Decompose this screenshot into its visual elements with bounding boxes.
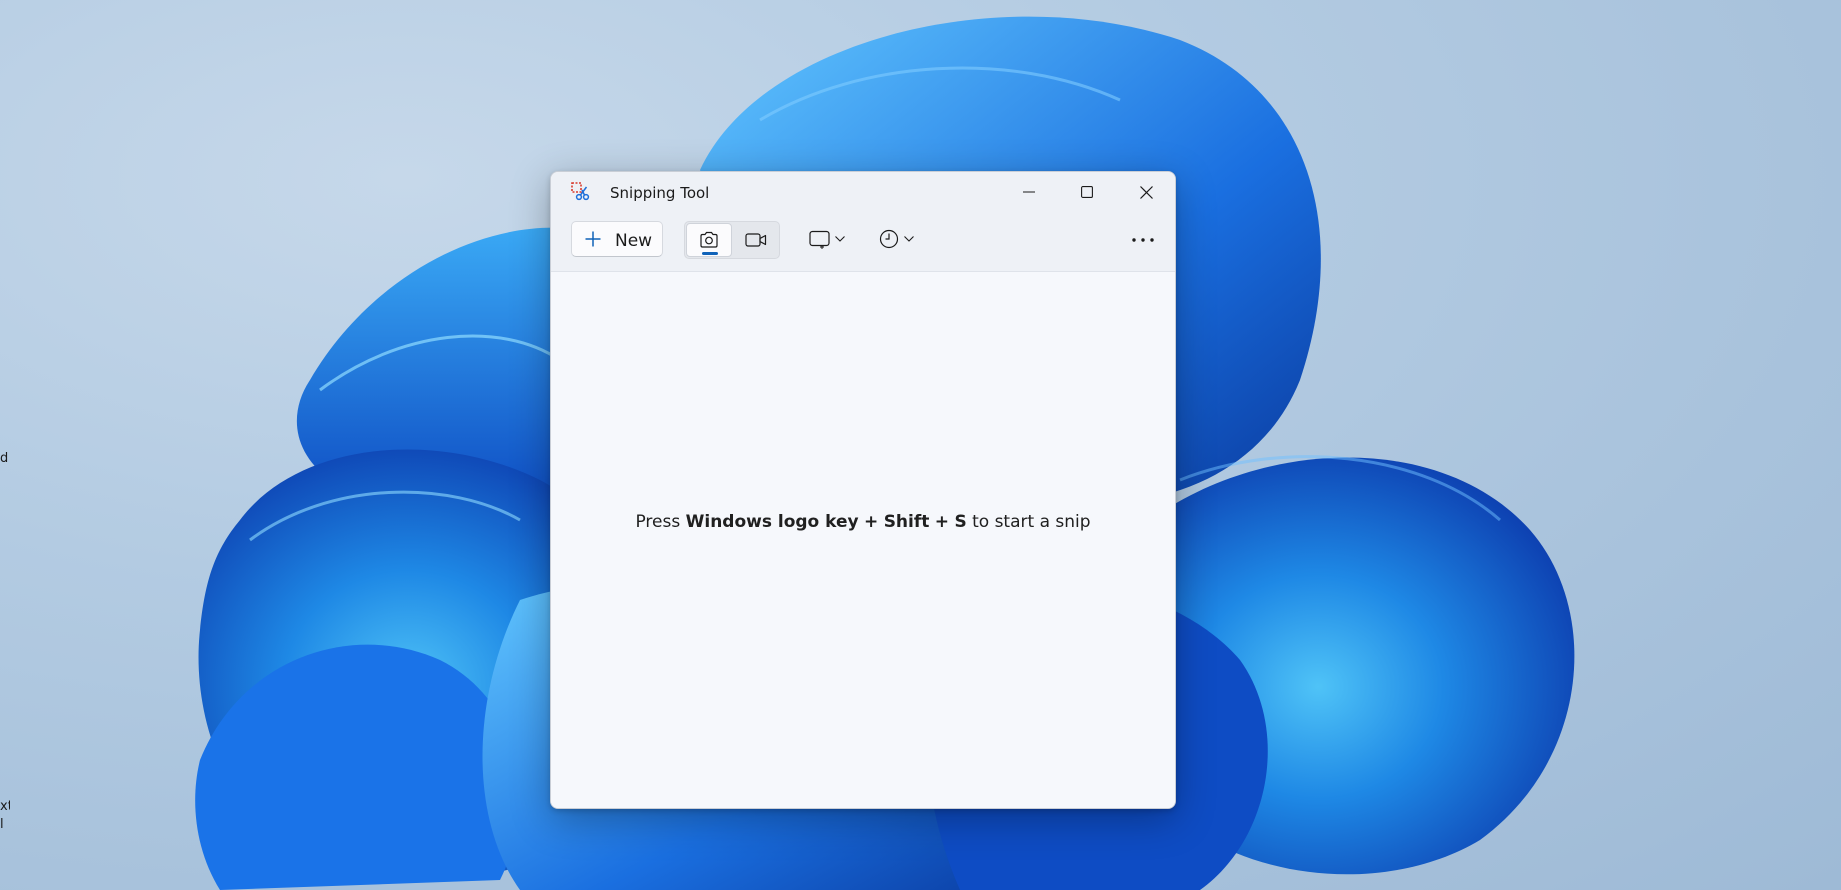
maximize-icon	[1081, 186, 1093, 198]
close-icon	[1139, 185, 1153, 199]
plus-icon	[585, 231, 601, 247]
window-title: Snipping Tool	[610, 184, 710, 202]
desktop-icon-label[interactable]: l	[0, 817, 10, 832]
snipping-tool-icon	[571, 182, 590, 201]
snipping-tool-window: Snipping Tool New Press Windows logo key…	[550, 171, 1176, 809]
minimize-icon	[1023, 191, 1035, 193]
hint-key-s: S	[954, 512, 967, 532]
close-button[interactable]	[1117, 172, 1175, 212]
minimize-button[interactable]	[1000, 172, 1058, 212]
video-camera-icon	[745, 233, 767, 247]
new-button-label: New	[615, 231, 653, 251]
start-snip-hint: Press Windows logo key + Shift + S to st…	[551, 512, 1175, 532]
snip-shape-dropdown[interactable]	[803, 222, 851, 256]
toolbar: New	[551, 212, 1175, 272]
hint-plus: +	[934, 512, 950, 532]
chevron-down-icon	[835, 236, 845, 242]
record-mode-button[interactable]	[733, 223, 779, 257]
hint-key-windows: Windows logo key	[685, 512, 859, 532]
more-options-button[interactable]	[1125, 225, 1161, 255]
new-snip-button[interactable]: New	[571, 221, 663, 257]
more-icon	[1132, 238, 1154, 242]
maximize-button[interactable]	[1058, 172, 1116, 212]
snip-canvas: Press Windows logo key + Shift + S to st…	[551, 272, 1175, 808]
camera-icon	[700, 231, 718, 248]
desktop-icon-label[interactable]: xt	[0, 799, 10, 814]
selected-indicator	[702, 252, 718, 255]
hint-plus: +	[864, 512, 879, 532]
snip-mode-button[interactable]	[686, 223, 732, 257]
chevron-down-icon	[904, 236, 914, 242]
hint-key-shift: Shift	[883, 512, 930, 532]
delay-dropdown[interactable]	[873, 222, 921, 256]
title-bar[interactable]: Snipping Tool	[551, 172, 1175, 212]
desktop-icon-label[interactable]: d	[0, 451, 10, 466]
clock-icon	[879, 229, 899, 249]
rectangle-snip-icon	[809, 230, 830, 249]
capture-mode-toggle	[684, 221, 780, 259]
hint-prefix: Press	[635, 512, 681, 532]
hint-suffix: to start a snip	[972, 512, 1091, 532]
